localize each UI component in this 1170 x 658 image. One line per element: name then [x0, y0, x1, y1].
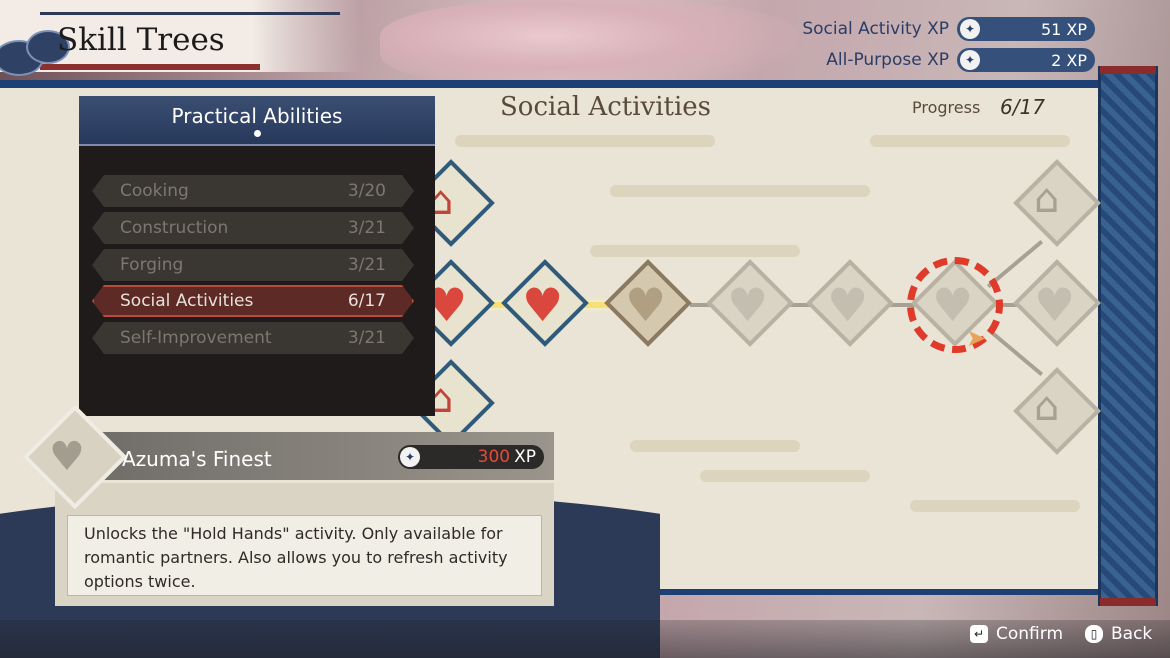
page-title: Skill Trees	[57, 22, 225, 58]
category-social-activities[interactable]: Social Activities 6/17	[92, 285, 414, 317]
category-label: Self-Improvement	[120, 328, 272, 348]
category-progress: 3/20	[347, 181, 386, 201]
spark-icon: ✦	[960, 50, 980, 70]
social-activity-xp: Social Activity XP ✦ 51 XP	[802, 17, 1095, 41]
category-label: Social Activities	[120, 291, 254, 311]
skill-description: Unlocks the "Hold Hands" activity. Only …	[84, 524, 508, 591]
paper-texture	[910, 500, 1080, 512]
xp-pill: ✦ 51 XP	[957, 17, 1095, 41]
heart-icon: ♥	[625, 278, 667, 332]
enter-key-icon: ↵	[970, 625, 988, 643]
xp-pill: ✦ 2 XP	[957, 48, 1095, 72]
back-label: Back	[1111, 624, 1153, 644]
progress-value: 6/17	[1000, 95, 1045, 119]
paper-texture	[870, 135, 1070, 147]
scroll-cap	[1100, 598, 1156, 606]
heart-icon: ♥	[827, 278, 869, 332]
category-progress: 3/21	[347, 255, 386, 275]
title-strip-accent	[40, 64, 260, 70]
skill-description-box: Unlocks the "Hold Hands" activity. Only …	[67, 515, 542, 596]
category-progress: 6/17	[347, 291, 386, 311]
skill-name: Azuma's Finest	[122, 447, 272, 471]
paper-texture	[455, 135, 715, 147]
paper-texture	[700, 470, 870, 482]
heart-icon: ♥	[49, 434, 85, 480]
tree-title: Social Activities	[500, 92, 712, 122]
cost-unit: XP	[514, 447, 536, 467]
category-label: Forging	[120, 255, 184, 275]
all-purpose-xp: All-Purpose XP ✦ 2 XP	[826, 48, 1095, 72]
cursor-icon: ➤	[966, 324, 987, 352]
paper-texture	[610, 185, 870, 197]
category-label: Construction	[120, 218, 229, 238]
category-label: Cooking	[120, 181, 189, 201]
scroll-decoration	[1098, 66, 1158, 606]
spark-icon: ✦	[400, 447, 420, 467]
category-progress: 3/21	[347, 218, 386, 238]
paper-texture	[630, 440, 800, 452]
heart-icon: ♥	[727, 278, 769, 332]
progress-label: Progress	[912, 98, 981, 117]
heart-icon: ♥	[522, 278, 564, 332]
mouse-icon: ▯	[1085, 625, 1103, 643]
page-indicator-dot	[254, 130, 261, 137]
category-construction[interactable]: Construction 3/21	[92, 212, 414, 244]
xp-amount: 2 XP	[1051, 50, 1087, 70]
background-blossom	[380, 0, 800, 90]
confirm-label: Confirm	[996, 624, 1064, 644]
xp-label: All-Purpose XP	[826, 50, 949, 70]
title-strip	[40, 12, 340, 15]
house-icon: ⌂	[1034, 176, 1060, 222]
xp-amount: 51 XP	[1040, 19, 1087, 39]
cost-value: 300	[477, 447, 511, 467]
spark-icon: ✦	[960, 19, 980, 39]
category-forging[interactable]: Forging 3/21	[92, 249, 414, 281]
back-hint[interactable]: ▯ Back	[1085, 624, 1152, 644]
scroll-cap	[1100, 66, 1156, 74]
category-cooking[interactable]: Cooking 3/20	[92, 175, 414, 207]
category-progress: 3/21	[347, 328, 386, 348]
category-title: Practical Abilities	[171, 104, 343, 128]
heart-icon: ♥	[1034, 278, 1076, 332]
xp-label: Social Activity XP	[802, 19, 949, 39]
confirm-hint[interactable]: ↵ Confirm	[970, 624, 1063, 644]
paper-texture	[590, 245, 800, 257]
selection-ring	[907, 257, 1003, 353]
house-icon: ⌂	[1034, 384, 1060, 430]
category-self-improvement[interactable]: Self-Improvement 3/21	[92, 322, 414, 354]
